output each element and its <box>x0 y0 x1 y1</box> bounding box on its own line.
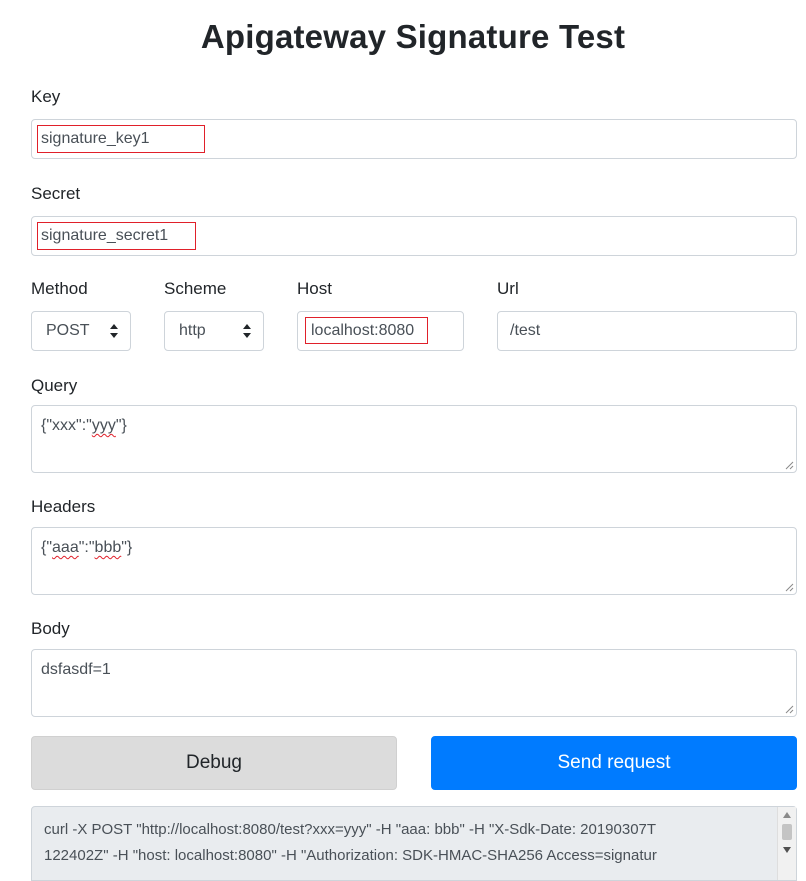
resize-grip-icon[interactable] <box>784 704 794 714</box>
headers-label: Headers <box>31 497 96 516</box>
method-select-value: POST <box>46 322 90 339</box>
scroll-up-icon[interactable] <box>783 812 791 818</box>
method-select[interactable]: POST <box>31 311 131 351</box>
curl-output-line: 122402Z" -H "host: localhost:8080" -H "A… <box>44 847 657 864</box>
headers-textarea-value: {"aaa":"bbb"} <box>41 539 133 556</box>
url-label: Url <box>497 279 519 298</box>
body-textarea-value: dsfasdf=1 <box>41 661 111 678</box>
url-input[interactable]: /test <box>497 311 797 351</box>
host-label: Host <box>297 279 332 298</box>
body-textarea[interactable]: dsfasdf=1 <box>31 649 797 717</box>
key-highlight-box <box>37 125 205 153</box>
debug-button[interactable]: Debug <box>31 736 397 790</box>
key-label: Key <box>31 87 61 106</box>
scrollbar-thumb[interactable] <box>782 824 792 840</box>
scroll-down-icon[interactable] <box>783 847 791 853</box>
scheme-label: Scheme <box>164 279 227 298</box>
select-arrows-icon <box>110 324 118 338</box>
headers-textarea[interactable]: {"aaa":"bbb"} <box>31 527 797 595</box>
curl-output-textarea[interactable]: curl -X POST "http://localhost:8080/test… <box>31 806 797 881</box>
host-highlight-box <box>305 317 428 344</box>
curl-output-line: curl -X POST "http://localhost:8080/test… <box>44 821 657 838</box>
query-textarea-value: {"xxx":"yyy"} <box>41 417 127 434</box>
resize-grip-icon[interactable] <box>784 460 794 470</box>
scheme-select-value: http <box>179 322 206 339</box>
output-scrollbar[interactable] <box>777 807 796 880</box>
query-textarea[interactable]: {"xxx":"yyy"} <box>31 405 797 473</box>
select-arrows-icon <box>243 324 251 338</box>
method-label: Method <box>31 279 88 298</box>
url-input-value: /test <box>510 322 541 339</box>
resize-grip-icon[interactable] <box>784 582 794 592</box>
curl-output-text: curl -X POST "http://localhost:8080/test… <box>44 817 772 869</box>
query-label: Query <box>31 376 78 395</box>
secret-label: Secret <box>31 184 81 203</box>
page-title: Apigateway Signature Test <box>200 18 626 55</box>
body-label: Body <box>31 619 70 638</box>
scheme-select[interactable]: http <box>164 311 264 351</box>
secret-highlight-box <box>37 222 196 250</box>
send-request-button[interactable]: Send request <box>431 736 797 790</box>
